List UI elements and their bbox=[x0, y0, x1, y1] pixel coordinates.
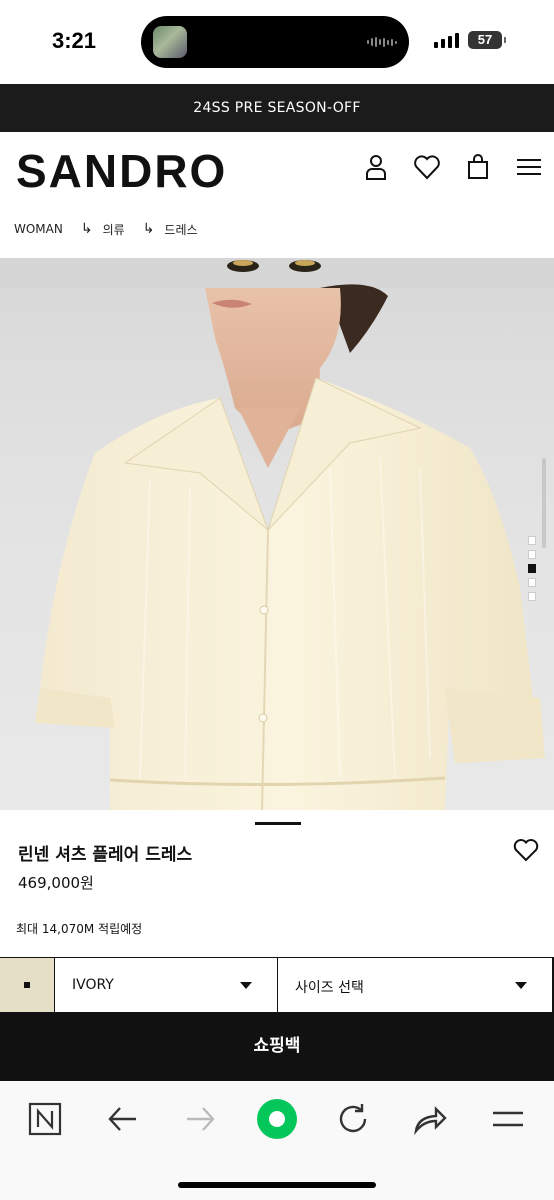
account-icon[interactable] bbox=[361, 152, 391, 182]
color-select-value: IVORY bbox=[72, 977, 114, 993]
pager-dot[interactable] bbox=[528, 578, 536, 587]
pager-dot-active[interactable] bbox=[528, 564, 536, 573]
forward-arrow-icon[interactable] bbox=[180, 1099, 220, 1139]
status-time: 3:21 bbox=[52, 28, 97, 53]
promo-banner[interactable]: 24SS PRE SEASON-OFF bbox=[0, 84, 554, 132]
refresh-icon[interactable] bbox=[333, 1099, 373, 1139]
cellular-signal-icon bbox=[434, 32, 459, 48]
breadcrumb-clothing[interactable]: 의류 bbox=[103, 221, 125, 238]
naver-n-icon[interactable] bbox=[25, 1099, 65, 1139]
shopping-bag-icon[interactable] bbox=[463, 152, 493, 182]
green-home-icon[interactable] bbox=[257, 1099, 297, 1139]
site-header: SANDRO bbox=[0, 132, 554, 204]
audio-wave-icon bbox=[367, 37, 397, 47]
back-arrow-icon[interactable] bbox=[103, 1099, 143, 1139]
product-price: 469,000원 bbox=[18, 874, 94, 892]
breadcrumb-separator-icon: ↳ bbox=[142, 221, 155, 237]
breadcrumb-dress[interactable]: 드레스 bbox=[164, 221, 197, 238]
now-playing-thumbnail bbox=[153, 26, 187, 58]
pager-dot[interactable] bbox=[528, 536, 536, 545]
color-select[interactable]: IVORY bbox=[56, 958, 278, 1012]
menu-lines-icon[interactable] bbox=[488, 1099, 528, 1139]
reward-points: 최대 14,070M 적립예정 bbox=[16, 922, 143, 936]
menu-icon[interactable] bbox=[514, 152, 544, 182]
breadcrumb-separator-icon: ↳ bbox=[80, 221, 93, 237]
wishlist-heart-icon[interactable] bbox=[512, 836, 540, 864]
size-select-value: 사이즈 선택 bbox=[295, 980, 364, 996]
sandro-logo[interactable]: SANDRO bbox=[16, 144, 227, 198]
dynamic-island bbox=[141, 16, 409, 68]
gallery-pager[interactable] bbox=[528, 536, 536, 601]
page-scroll-indicator bbox=[542, 458, 546, 548]
swatch-selected-mark bbox=[24, 982, 30, 988]
breadcrumb: WOMAN ↳ 의류 ↳ 드레스 bbox=[14, 218, 198, 240]
product-photo bbox=[0, 258, 554, 810]
product-image-gallery[interactable] bbox=[0, 258, 554, 810]
chevron-down-icon bbox=[240, 982, 252, 989]
option-selectors: IVORY 사이즈 선택 bbox=[0, 957, 554, 1013]
size-select[interactable]: 사이즈 선택 bbox=[279, 958, 553, 1012]
breadcrumb-woman[interactable]: WOMAN bbox=[14, 222, 63, 236]
status-bar: 3:21 57 bbox=[0, 0, 554, 84]
wishlist-heart-icon[interactable] bbox=[412, 152, 442, 182]
pager-dot[interactable] bbox=[528, 592, 536, 601]
pager-dot[interactable] bbox=[528, 550, 536, 559]
battery-icon: 57 bbox=[468, 31, 506, 49]
add-to-bag-button[interactable]: 쇼핑백 bbox=[0, 1013, 554, 1081]
carousel-progress-bar bbox=[255, 822, 301, 825]
color-swatch[interactable] bbox=[0, 958, 55, 1012]
chevron-down-icon bbox=[515, 982, 527, 989]
share-icon[interactable] bbox=[410, 1099, 450, 1139]
product-name: 린넨 셔츠 플레어 드레스 bbox=[18, 845, 193, 865]
home-indicator bbox=[178, 1182, 376, 1188]
